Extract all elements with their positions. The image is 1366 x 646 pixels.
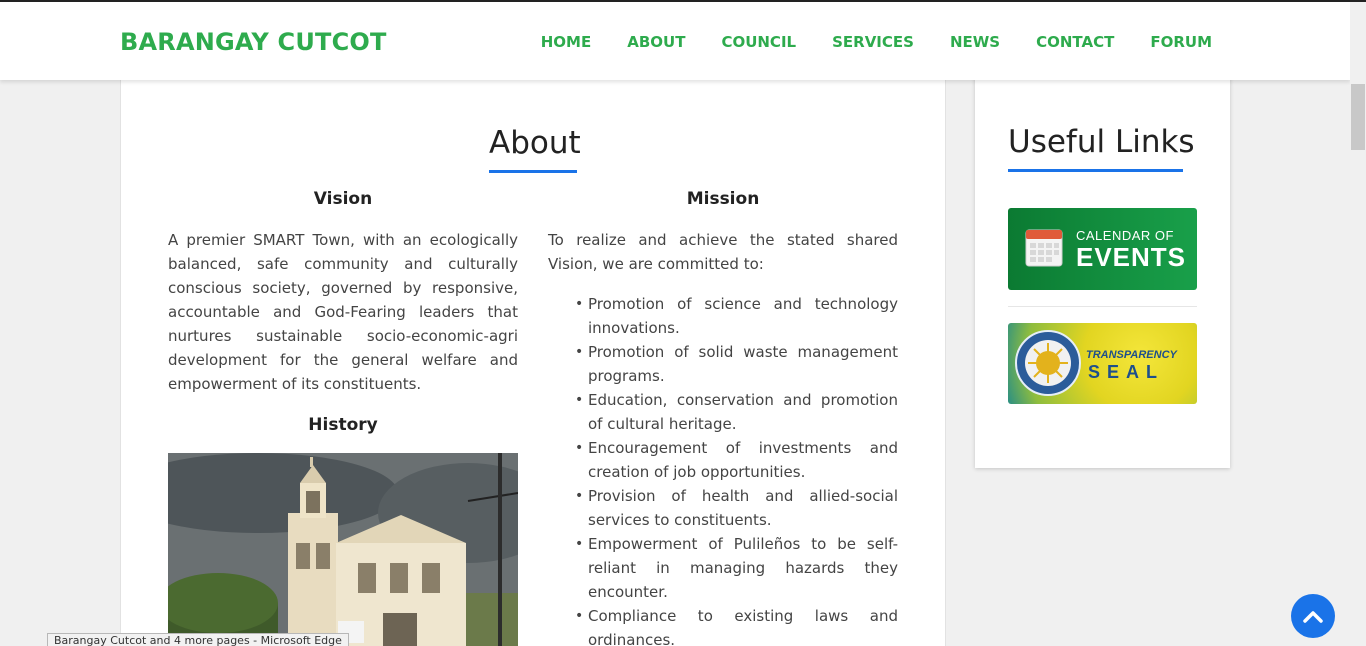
mission-item: Promotion of science and technology inno…	[575, 292, 898, 340]
transparency-seal-banner[interactable]: TRANSPARENCY SEAL	[1008, 323, 1197, 404]
scrollbar-thumb[interactable]	[1351, 84, 1365, 150]
about-title-underline	[489, 170, 577, 173]
page-scrollbar[interactable]	[1350, 2, 1366, 646]
about-title: About	[489, 125, 581, 161]
mission-item: Compliance to existing laws and ordinanc…	[575, 604, 898, 646]
history-heading: History	[308, 415, 378, 435]
mission-item: Encouragement of investments and creatio…	[575, 436, 898, 484]
site-navbar: BARANGAY CUTCOT HOME ABOUT COUNCIL SERVI…	[0, 2, 1350, 80]
useful-links-card: Useful Links CALENDAR OF EVENTS TRANSPAR…	[975, 70, 1230, 468]
events-line1: CALENDAR OF	[1076, 228, 1174, 243]
mission-item: Provision of health and allied-social se…	[575, 484, 898, 532]
useful-links-title: Useful Links	[1008, 124, 1195, 160]
useful-links-underline	[1008, 169, 1183, 172]
about-card: About Vision A premier SMART Town, with …	[120, 70, 946, 646]
nav-services[interactable]: SERVICES	[832, 33, 914, 51]
nav-contact[interactable]: CONTACT	[1036, 33, 1114, 51]
back-to-top-button[interactable]	[1291, 594, 1335, 638]
nav-about[interactable]: ABOUT	[627, 33, 685, 51]
nav-council[interactable]: COUNCIL	[721, 33, 796, 51]
mission-item: Empowerment of Pulileños to be self-reli…	[575, 532, 898, 604]
vision-text: A premier SMART Town, with an ecological…	[168, 231, 518, 393]
chevron-up-icon	[1303, 611, 1323, 623]
window-top-border	[0, 0, 1366, 2]
seal-line2: SEAL	[1088, 362, 1165, 382]
main-nav: HOME ABOUT COUNCIL SERVICES NEWS CONTACT…	[541, 33, 1212, 51]
history-church-image	[168, 453, 518, 646]
nav-news[interactable]: NEWS	[950, 33, 1000, 51]
nav-forum[interactable]: FORUM	[1150, 33, 1212, 51]
nav-home[interactable]: HOME	[541, 33, 591, 51]
vision-heading: Vision	[313, 189, 373, 209]
seal-line1: TRANSPARENCY	[1086, 349, 1177, 361]
sidebar-divider	[1008, 306, 1197, 307]
site-brand[interactable]: BARANGAY CUTCOT	[120, 28, 387, 56]
events-line2: EVENTS	[1076, 242, 1187, 272]
mission-intro: To realize and achieve the stated shared…	[548, 231, 898, 273]
mission-heading: Mission	[686, 189, 760, 209]
browser-status-bar: Barangay Cutcot and 4 more pages - Micro…	[47, 633, 349, 646]
mission-list: Promotion of science and technology inno…	[575, 292, 898, 646]
calendar-of-events-banner[interactable]: CALENDAR OF EVENTS	[1008, 208, 1197, 290]
mission-item: Promotion of solid waste management prog…	[575, 340, 898, 388]
church-illustration	[168, 453, 518, 646]
mission-item: Education, conservation and promotion of…	[575, 388, 898, 436]
